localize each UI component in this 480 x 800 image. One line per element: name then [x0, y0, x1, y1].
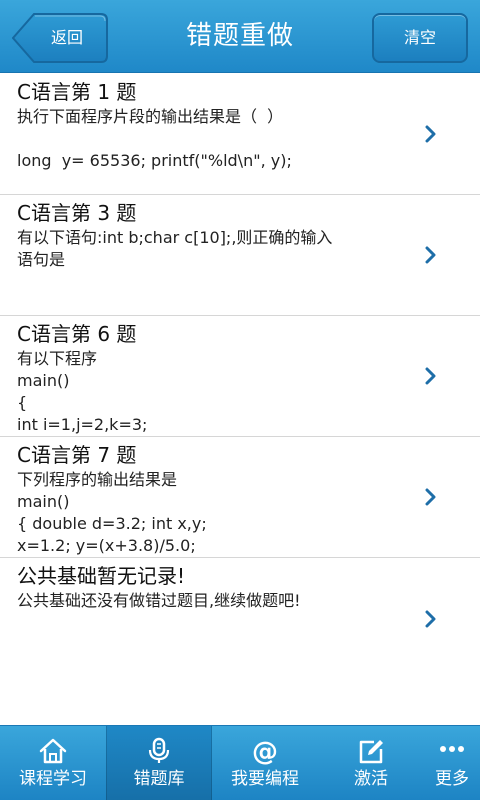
chevron-right-icon [425, 367, 436, 385]
item-body: 公共基础还没有做错过题目,继续做题吧! [17, 591, 301, 610]
tab-label: 激活 [354, 769, 388, 789]
clear-button-label: 清空 [403, 28, 436, 47]
wrong-question-list: C语言第 1 题 执行下面程序片段的输出结果是（ ） long y= 65536… [0, 74, 480, 679]
bottom-tab-bar: 课程学习 错题库 @ 我要编程 激活 更多 [0, 725, 480, 800]
edit-icon [359, 740, 383, 764]
item-title: C语言第 6 题 [17, 322, 137, 346]
app: 返回 错题重做 清空 C语言第 1 题 执行下面程序片段的输出结果是（ ） lo… [0, 0, 480, 800]
item-body: 下列程序的输出结果是 main() { double d=3.2; int x,… [17, 470, 207, 555]
tab-more[interactable]: 更多 [424, 726, 480, 800]
list-item[interactable]: C语言第 1 题 执行下面程序片段的输出结果是（ ） long y= 65536… [0, 74, 480, 195]
item-body: 有以下语句:int b;char c[10];,则正确的输入语句是 [17, 228, 333, 269]
tab-label: 更多 [435, 769, 469, 789]
tab-label: 课程学习 [19, 769, 87, 789]
tab-course-study[interactable]: 课程学习 [0, 726, 106, 800]
microphone-icon [148, 737, 170, 763]
tab-activate[interactable]: 激活 [318, 726, 424, 800]
tab-label: 错题库 [133, 769, 185, 789]
chevron-right-icon [425, 246, 436, 264]
list-item[interactable]: C语言第 7 题 下列程序的输出结果是 main() { double d=3.… [0, 437, 480, 558]
tab-label: 我要编程 [231, 769, 299, 789]
at-icon: @ [252, 737, 278, 765]
chevron-right-icon [425, 125, 436, 143]
tab-wrong-questions[interactable]: 错题库 [106, 726, 212, 800]
svg-text:@: @ [252, 737, 278, 765]
item-title: C语言第 7 题 [17, 443, 137, 467]
item-body: 有以下程序 main() { int i=1,j=2,k=3; [17, 349, 148, 434]
item-title: C语言第 3 题 [17, 201, 137, 225]
item-title: 公共基础暂无记录! [17, 564, 186, 588]
list-item[interactable]: 公共基础暂无记录! 公共基础还没有做错过题目,继续做题吧! [0, 558, 480, 679]
home-icon [39, 738, 67, 764]
chevron-right-icon [425, 610, 436, 627]
tab-programming[interactable]: @ 我要编程 [212, 726, 318, 800]
chevron-right-icon [425, 488, 436, 506]
header-bar: 返回 错题重做 清空 [0, 0, 480, 73]
clear-button[interactable]: 清空 [372, 13, 468, 63]
item-body: 执行下面程序片段的输出结果是（ ） long y= 65536; printf(… [17, 107, 292, 170]
list-item[interactable]: C语言第 6 题 有以下程序 main() { int i=1,j=2,k=3; [0, 316, 480, 437]
more-icon [440, 746, 464, 752]
item-title: C语言第 1 题 [17, 80, 137, 104]
list-item[interactable]: C语言第 3 题 有以下语句:int b;char c[10];,则正确的输入语… [0, 195, 480, 316]
